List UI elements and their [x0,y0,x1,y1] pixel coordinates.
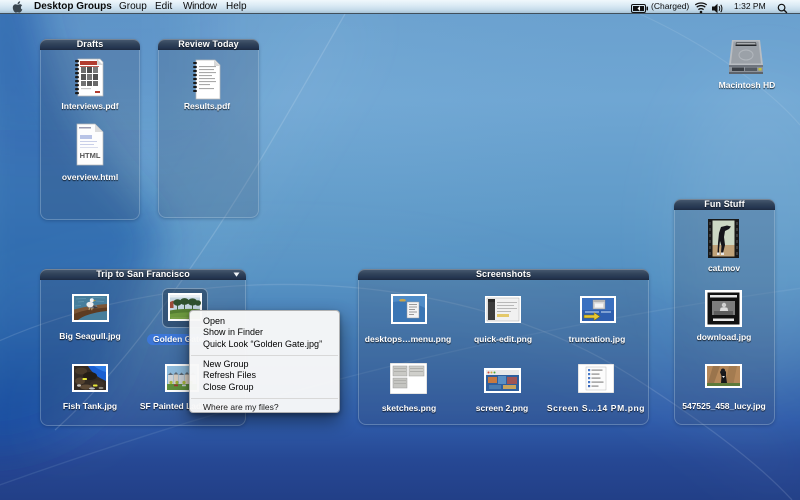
svg-text:HTML: HTML [80,151,101,160]
